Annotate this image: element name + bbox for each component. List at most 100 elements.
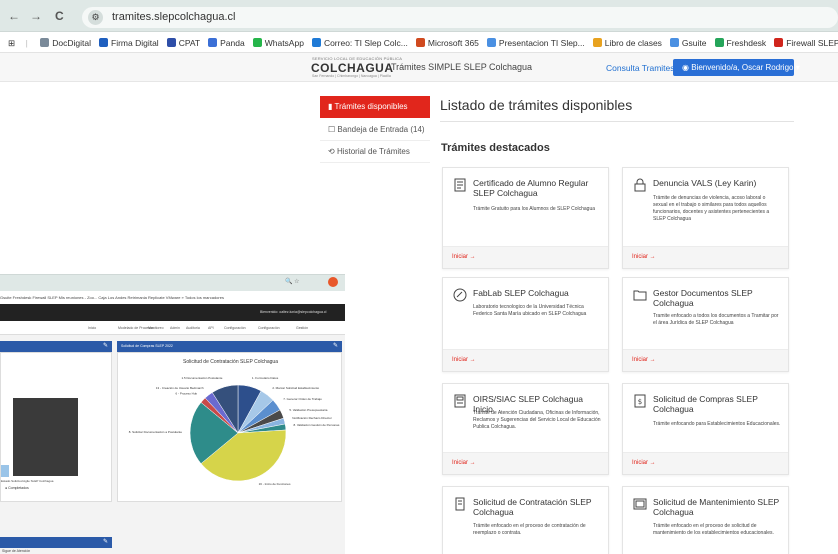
contract-icon <box>455 497 465 511</box>
bookmark-label: CPAT <box>178 38 201 48</box>
bookmark-item[interactable]: Libro de clases <box>592 33 662 52</box>
card-title: Solicitud de Compras SLEP Colchagua <box>653 394 758 414</box>
pie-label: 5. Validación Presupuestaria <box>289 408 327 412</box>
bookmark-label: Firewall SLEP <box>786 38 838 48</box>
card-solicitud-compras[interactable]: $ Solicitud de Compras SLEP Colchagua Tr… <box>622 383 789 475</box>
bookmark-item[interactable]: DocDigital <box>40 33 91 52</box>
bookmark-icon <box>99 38 108 47</box>
apps-icon[interactable]: ⊞ <box>8 33 15 52</box>
overlay-browser-bar: 🔍 ☆ <box>0 275 345 291</box>
pie-label: 6 - Proceso Hub <box>175 392 197 396</box>
overlay-menu-item[interactable]: Monitoreo <box>148 326 164 330</box>
section-title: Trámites destacados <box>441 142 550 154</box>
iniciar-link[interactable]: Iniciar → <box>452 460 476 466</box>
card-title: FabLab SLEP Colchagua <box>473 288 569 298</box>
bookmark-icon <box>166 38 176 47</box>
tool-icon[interactable]: ✎ <box>103 538 108 545</box>
bookmarks-bar: ⊞ | DocDigital Firma Digital CPAT Panda What… <box>0 33 838 53</box>
bookmark-item[interactable]: CPAT <box>166 33 201 52</box>
bookmark-icon <box>40 38 50 47</box>
bookmark-icon <box>774 38 784 47</box>
pie-label: 16 - Inicio de Funciones <box>259 482 291 486</box>
bookmark-icon <box>415 38 425 47</box>
bookmark-label: Libro de clases <box>604 38 662 48</box>
card-title: Gestor Documentos SLEP Colchagua <box>653 288 753 308</box>
overlay-menu-item[interactable]: Configuración <box>258 326 280 330</box>
receipt-icon: $ <box>634 394 646 408</box>
card-desc: Trámite de Atención Ciudadana, Oficinas … <box>473 410 601 430</box>
sidebar-item-tramites-disponibles[interactable]: ▮ Trámites disponibles <box>320 96 430 118</box>
consulta-tramites-link[interactable]: Consulta Tramites <box>606 63 675 73</box>
sidebar-item-bandeja[interactable]: ☐ Bandeja de Entrada (14) <box>320 119 430 141</box>
overlay-menu-item[interactable]: Admin <box>170 326 180 330</box>
certificate-icon <box>454 178 466 192</box>
card-denuncia[interactable]: Denuncia VALS (Ley Karin) Trámite de den… <box>622 167 789 269</box>
card-solicitud-contratacion[interactable]: Solicitud de Contratación SLEP Colchagua… <box>442 486 609 554</box>
bookmark-item[interactable]: Presentacion TI Slep... <box>486 33 585 52</box>
profile-icon[interactable] <box>328 277 338 287</box>
app-title: Trámites SIMPLE SLEP Colchagua <box>391 62 533 72</box>
bar <box>1 465 9 477</box>
overlay-menu-item[interactable]: API <box>208 326 214 330</box>
user-menu-button[interactable]: ◉ Bienvenido/a, Oscar Rodrigo ▾ <box>673 59 800 76</box>
iniciar-link[interactable]: Iniciar → <box>632 254 656 260</box>
reload-icon[interactable]: C <box>55 9 64 23</box>
card-certificado[interactable]: Certificado de Alumno Regular SLEP Colch… <box>442 167 609 269</box>
bookmark-label: Panda <box>220 38 245 48</box>
card-solicitud-mantenimiento[interactable]: Solicitud de Mantenimiento SLEP Colchagu… <box>622 486 789 554</box>
tool-icon[interactable]: ✎ <box>333 342 338 349</box>
bookmark-item[interactable]: Firewall SLEP <box>774 33 838 52</box>
inbox-icon: ☐ <box>328 125 338 134</box>
chevron-down-icon: ▾ <box>793 63 800 72</box>
maintenance-icon <box>633 498 647 510</box>
iniciar-link[interactable]: Iniciar → <box>452 357 476 363</box>
overlay-menu-item[interactable]: Auditoria <box>186 326 200 330</box>
site-settings-icon[interactable]: ⚙ <box>88 10 103 25</box>
overlay-menu-item[interactable]: Gestión <box>296 326 308 330</box>
pie-label: Notificación Rechazo Director <box>292 416 332 420</box>
bottom-note: Sigue de Atención <box>2 549 31 553</box>
panel-2-header: Solicitud de Compras SLEP 2022 ✎ <box>117 341 342 352</box>
card-title: Certificado de Alumno Regular SLEP Colch… <box>473 178 589 198</box>
card-oirs[interactable]: OIRS/SIAC SLEP Colchagua Inicio Trámite … <box>442 383 609 475</box>
forward-icon[interactable]: → <box>30 9 42 23</box>
bookmark-label: Presentacion TI Slep... <box>498 38 585 48</box>
app-header: SERVICIO LOCAL DE EDUCACIÓN PÚBLICA COLC… <box>0 53 838 82</box>
card-fablab[interactable]: FabLab SLEP Colchagua Laboratorio tecnol… <box>442 277 609 372</box>
bookmark-item[interactable]: Microsoft 365 <box>415 33 479 52</box>
sidebar-item-label: Bandeja de Entrada (14) <box>337 125 425 134</box>
bookmark-item[interactable]: Panda <box>208 33 245 52</box>
iniciar-link[interactable]: Iniciar → <box>452 254 476 260</box>
overlay-menu-item[interactable]: Configuración <box>224 326 246 330</box>
panel-1-header: ✎ <box>0 341 112 352</box>
bookmark-item[interactable]: Correo: TI Slep Colc... <box>311 33 408 52</box>
iniciar-link[interactable]: Iniciar → <box>632 357 656 363</box>
bookmark-label: Gsuite <box>681 38 707 48</box>
card-title: Solicitud de Contratación SLEP Colchagua <box>473 497 592 517</box>
user-label: Bienvenido/a, Oscar Rodrigo <box>691 63 794 72</box>
address-bar[interactable]: ⚙ tramites.slepcolchagua.cl <box>82 7 838 28</box>
form-icon <box>454 394 466 408</box>
card-gestor-documentos[interactable]: Gestor Documentos SLEP Colchagua Tramite… <box>622 277 789 372</box>
back-icon[interactable]: ← <box>8 9 20 23</box>
iniciar-link[interactable]: Iniciar → <box>632 460 656 466</box>
bookmark-item[interactable]: Freshdesk <box>714 33 766 52</box>
card-title: Denuncia VALS (Ley Karin) <box>653 178 757 188</box>
bookmark-item[interactable]: Gsuite <box>669 33 707 52</box>
logo[interactable]: COLCHAGUA <box>311 61 394 75</box>
sidebar-item-historial[interactable]: ⟲ Historial de Trámites <box>320 141 430 163</box>
overlay-welcome-text: Bienvenido: oaltez.lunia@slepcolchagua.c… <box>260 310 327 314</box>
legend-label: Completados <box>8 486 29 490</box>
bookmark-item[interactable]: Firma Digital <box>99 33 159 52</box>
legend-item: ● Completados <box>5 486 29 490</box>
bookmark-item[interactable]: WhatsApp <box>252 33 304 52</box>
overlay-menu-item[interactable]: Inicio <box>88 326 96 330</box>
overlay-menu: Inicio Modelado de Procesos Monitoreo Admin… <box>0 321 345 335</box>
card-title: Solicitud de Mantenimiento SLEP Colchagu… <box>653 497 780 517</box>
bookmark-icon <box>311 38 321 47</box>
url-text[interactable]: tramites.slepcolchagua.cl <box>112 11 236 23</box>
tool-icon[interactable]: ✎ <box>103 342 108 349</box>
bookmark-icon <box>592 38 602 47</box>
panel-2-body: Solicitud de Contratación SLEP Colchagua… <box>117 352 342 502</box>
panel-1-body: Estado Solicitud Agile SLEP Colchagua ● … <box>0 352 112 502</box>
